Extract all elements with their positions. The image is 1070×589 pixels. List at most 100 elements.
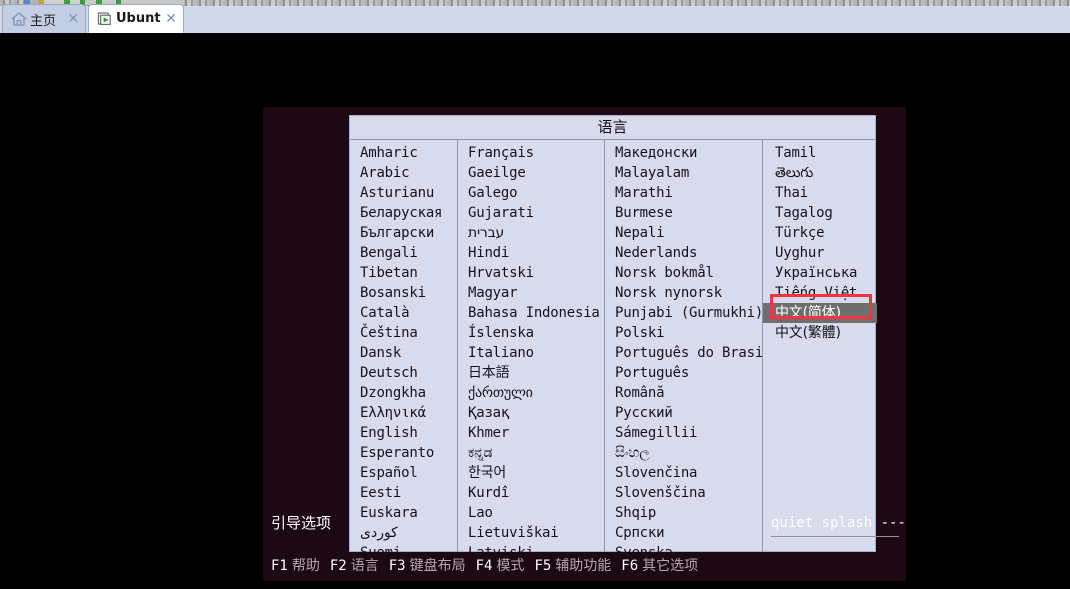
function-key-label: F4 xyxy=(475,558,493,574)
language-list-item[interactable]: Burmese xyxy=(605,203,762,223)
language-list-item[interactable]: Bahasa Indonesia xyxy=(458,303,604,323)
language-list-item[interactable]: සිංහල xyxy=(605,443,762,463)
function-key-description: 键盘布局 xyxy=(409,558,466,574)
language-list-item[interactable]: עברית xyxy=(458,223,604,243)
language-list-item[interactable]: Hindi xyxy=(458,243,604,263)
language-list-item[interactable]: Marathi xyxy=(605,183,762,203)
language-list-item[interactable]: Gujarati xyxy=(458,203,604,223)
language-list-item[interactable]: Ελληνικά xyxy=(350,403,457,423)
language-list-item[interactable]: Punjabi (Gurmukhi) xyxy=(605,303,762,323)
language-list-item[interactable]: తెలుగు xyxy=(763,163,877,183)
language-list-item[interactable]: Français xyxy=(458,143,604,163)
language-list-item[interactable]: Tagalog xyxy=(763,203,877,223)
language-list-item[interactable]: Norsk bokmål xyxy=(605,263,762,283)
language-column-4: Tamil తెలుగు Thai Tagalog Türkçe Uyghur Україн… xyxy=(763,140,877,552)
language-list-item[interactable]: Norsk nynorsk xyxy=(605,283,762,303)
language-list-item[interactable]: 中文(繁體) xyxy=(763,323,877,343)
language-list-item[interactable]: Italiano xyxy=(458,343,604,363)
kernel-cmdline-input[interactable]: quiet splash --- xyxy=(771,512,906,537)
language-list-item[interactable]: Hrvatski xyxy=(458,263,604,283)
function-key-label: F5 xyxy=(534,558,552,574)
language-list-item[interactable]: Српски xyxy=(605,523,762,543)
ubuntu-installer-boot-screen: 语言 Amharic Arabic Asturianu Беларуская Бълга… xyxy=(263,107,906,581)
language-list-item[interactable]: Eesti xyxy=(350,483,457,503)
tab-ubuntu-label: Ubuntu xyxy=(116,11,161,26)
language-list-item[interactable]: ಕನ್ನಡ xyxy=(458,443,604,463)
tab-ubuntu[interactable]: Ubuntu ✕ xyxy=(88,4,184,33)
language-list-item[interactable]: Türkçe xyxy=(763,223,877,243)
language-list-item[interactable]: Қазақ xyxy=(458,403,604,423)
function-key-f6[interactable]: F6 其它选项 xyxy=(621,558,698,574)
language-list-item[interactable]: Arabic xyxy=(350,163,457,183)
language-list-item[interactable]: 日本語 xyxy=(458,363,604,383)
language-list-item[interactable]: Tiếng Việt xyxy=(763,283,877,303)
language-list-item[interactable]: Sámegillii xyxy=(605,423,762,443)
boot-options-label: 引导选项 xyxy=(271,514,332,532)
language-list-item[interactable]: Thai xyxy=(763,183,877,203)
language-list-item[interactable]: Slovenčina xyxy=(605,463,762,483)
function-key-f4[interactable]: F4 模式 xyxy=(476,558,525,574)
language-list-item[interactable]: Latviski xyxy=(458,543,604,552)
language-list-item[interactable]: Amharic xyxy=(350,143,457,163)
language-list-item[interactable]: Dansk xyxy=(350,343,457,363)
function-key-f3[interactable]: F3 键盘布局 xyxy=(389,558,466,574)
language-list-item[interactable]: Català xyxy=(350,303,457,323)
language-list-item[interactable]: Беларуская xyxy=(350,203,457,223)
language-list-item[interactable]: Esperanto xyxy=(350,443,457,463)
language-list-item[interactable]: Asturianu xyxy=(350,183,457,203)
language-list-item[interactable]: Română xyxy=(605,383,762,403)
language-list-item[interactable]: Português xyxy=(605,363,762,383)
language-list-item[interactable]: Galego xyxy=(458,183,604,203)
language-list-item[interactable]: English xyxy=(350,423,457,443)
language-list-item[interactable]: Español xyxy=(350,463,457,483)
language-columns: Amharic Arabic Asturianu Беларуская Българск… xyxy=(350,140,877,552)
function-key-f5[interactable]: F5 辅助功能 xyxy=(534,558,611,574)
language-list-item[interactable]: Svenska xyxy=(605,543,762,552)
language-list-item[interactable]: Shqip xyxy=(605,503,762,523)
language-list-item[interactable]: Khmer xyxy=(458,423,604,443)
language-list-item[interactable]: Nepali xyxy=(605,223,762,243)
language-list-item[interactable]: Bengali xyxy=(350,243,457,263)
language-list-item[interactable]: Українська xyxy=(763,263,877,283)
language-list-item[interactable]: ქართული xyxy=(458,383,604,403)
tab-home-close-icon[interactable]: ✕ xyxy=(67,12,79,26)
kernel-cmdline-text: quiet splash --- xyxy=(771,515,906,531)
language-list-item[interactable]: Nederlands xyxy=(605,243,762,263)
language-list-item[interactable]: Malayalam xyxy=(605,163,762,183)
home-icon xyxy=(10,11,28,27)
language-list-item[interactable]: Tamil xyxy=(763,143,877,163)
language-list-item[interactable]: Dzongkha xyxy=(350,383,457,403)
language-list-item[interactable]: Tibetan xyxy=(350,263,457,283)
language-list-item[interactable]: Suomi xyxy=(350,543,457,552)
language-list-item[interactable]: Português do Brasil xyxy=(605,343,762,363)
language-list-item[interactable]: Русский xyxy=(605,403,762,423)
function-key-f2[interactable]: F2 语言 xyxy=(330,558,379,574)
function-key-label: F1 xyxy=(271,558,288,574)
language-list-item[interactable]: Български xyxy=(350,223,457,243)
language-list-item[interactable]: Polski xyxy=(605,323,762,343)
language-list-item[interactable]: Bosanski xyxy=(350,283,457,303)
language-list-item[interactable]: Lietuviškai xyxy=(458,523,604,543)
language-list-item[interactable]: Čeština xyxy=(350,323,457,343)
language-list-item[interactable]: Slovenščina xyxy=(605,483,762,503)
browser-chrome: 主页 ✕ Ubuntu ✕ xyxy=(0,0,1070,33)
language-list-item[interactable]: Lao xyxy=(458,503,604,523)
language-list-item[interactable]: Euskara xyxy=(350,503,457,523)
language-list-item[interactable]: 한국어 xyxy=(458,463,604,483)
language-list-item[interactable]: Gaeilge xyxy=(458,163,604,183)
language-list-item[interactable]: Íslenska xyxy=(458,323,604,343)
language-list-item[interactable]: Deutsch xyxy=(350,363,457,383)
function-key-f1[interactable]: F1 帮助 xyxy=(271,558,320,574)
language-list-item[interactable]: Uyghur xyxy=(763,243,877,263)
tab-ubuntu-close-icon[interactable]: ✕ xyxy=(165,12,177,26)
function-key-description: 其它选项 xyxy=(642,558,699,574)
language-dialog-title: 语言 xyxy=(350,116,875,140)
language-list-item[interactable]: Kurdî xyxy=(458,483,604,503)
language-list-item[interactable]: 中文(简体) xyxy=(763,303,877,323)
language-column-2: Français Gaeilge Galego Gujarati עברית Hindi H… xyxy=(458,140,605,552)
function-key-label: F6 xyxy=(621,558,639,574)
language-list-item[interactable]: Magyar xyxy=(458,283,604,303)
language-list-item[interactable]: Македонски xyxy=(605,143,762,163)
tab-home[interactable]: 主页 ✕ xyxy=(2,4,86,33)
language-list-item[interactable]: کوردی xyxy=(350,523,457,543)
